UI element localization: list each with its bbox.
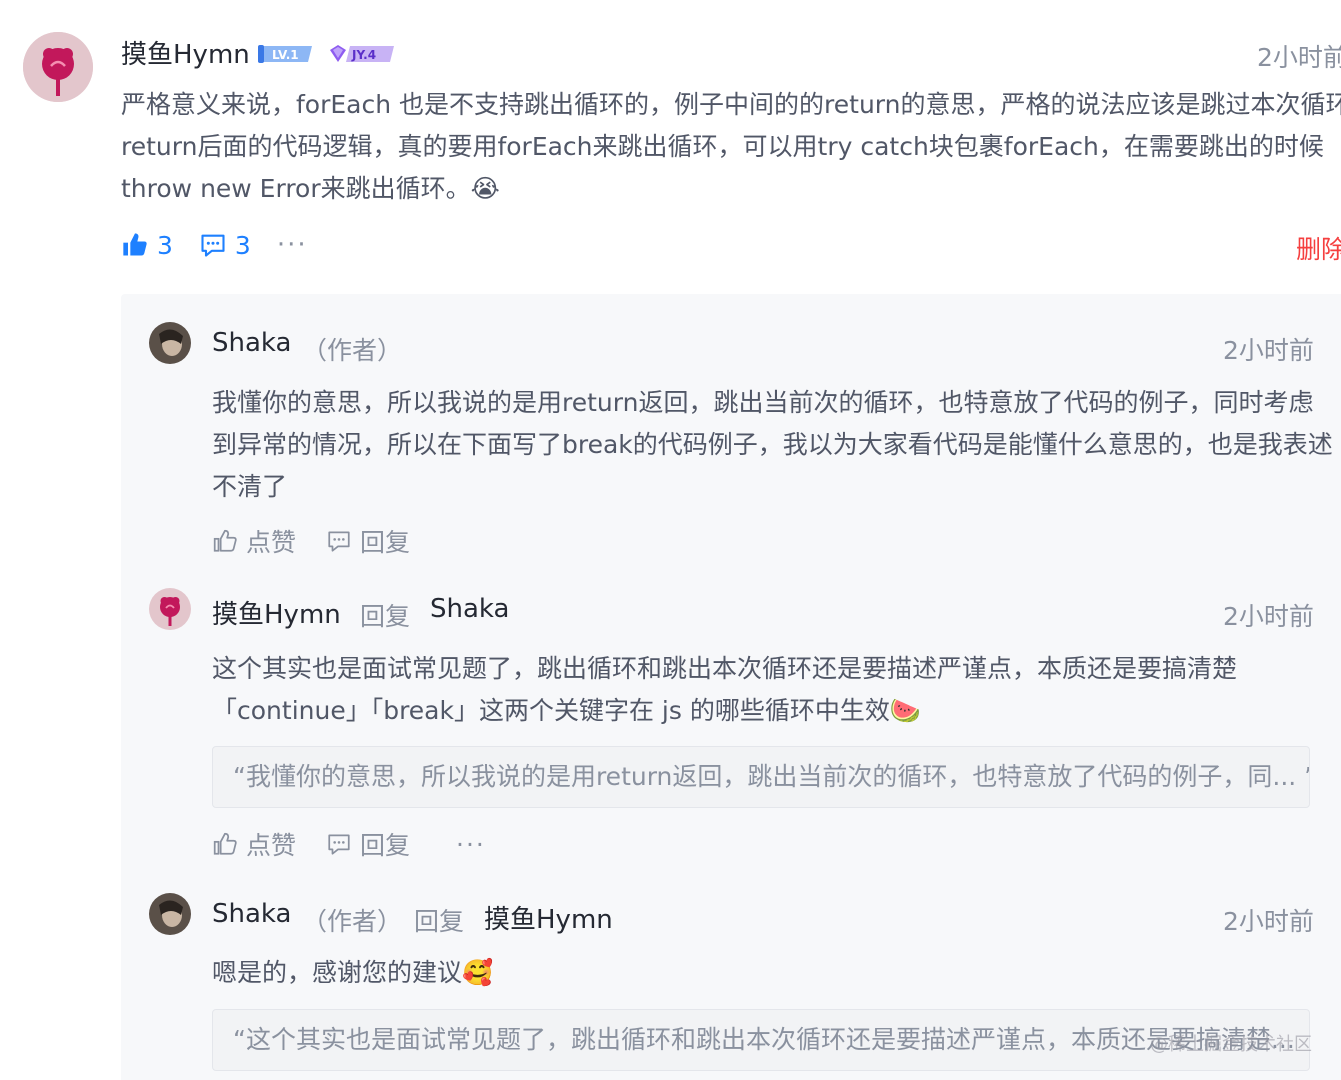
user-photo-avatar-icon [149, 893, 191, 935]
quoted-reply[interactable]: “这个其实也是面试常见题了，跳出循环和跳出本次循环还是要描述严谨点，本质还是要搞… [212, 1009, 1310, 1071]
username[interactable]: 摸鱼Hymn [212, 594, 341, 631]
comment-icon [328, 531, 350, 552]
reply-time: 2小时前 [1223, 907, 1314, 936]
reply-word: 回复 [414, 907, 465, 936]
svg-text:JY.4: JY.4 [351, 48, 376, 62]
comment-icon [328, 834, 350, 855]
comment-text-line: throw new Error来跳出循环。😭 [121, 174, 500, 203]
svg-text:LV.1: LV.1 [272, 48, 299, 62]
reply-text: 嗯是的，感谢您的建议🥰 [212, 952, 1322, 994]
reply-word: 回复 [360, 602, 411, 631]
quoted-reply[interactable]: “我懂你的意思，所以我说的是用return返回，跳出当前次的循环，也特意放了代码… [212, 746, 1310, 808]
reply-time: 2小时前 [1223, 336, 1314, 365]
like-button[interactable]: 点赞 [212, 826, 296, 862]
reply-to-username[interactable]: Shaka [430, 594, 509, 624]
reply-count: 3 [234, 230, 251, 260]
reply-text-line: 这个其实也是面试常见题了，跳出循环和跳出本次循环还是要描述严谨点，本质还是要搞清… [212, 654, 1238, 683]
reply-button[interactable]: 回复 [326, 826, 410, 862]
comment-text-line: return后面的代码逻辑，真的要用forEach来跳出循环，可以用try ca… [121, 132, 1324, 161]
more-options-icon[interactable]: ··· [456, 830, 486, 859]
thumbs-up-icon [213, 832, 237, 855]
comment-icon [201, 234, 225, 257]
reply-label: 回复 [360, 528, 411, 557]
reply-text-line: 到异常的情况，所以在下面写了break的代码例子，我以为大家看代码是能懂什么意思… [212, 430, 1333, 459]
reply-time: 2小时前 [1223, 602, 1314, 631]
more-options-icon[interactable]: ··· [277, 230, 308, 260]
comment-text: 严格意义来说，forEach 也是不支持跳出循环的，例子中间的的return的意… [121, 84, 1341, 210]
user-photo-avatar-icon [149, 322, 191, 364]
avatar[interactable] [23, 32, 93, 102]
level-badge-icon[interactable]: LV.1 [256, 42, 316, 66]
comment-time: 2小时前 [1257, 43, 1341, 72]
like-label: 点赞 [246, 831, 297, 860]
reply-actions: 点赞 回复 ··· [212, 827, 516, 861]
reply-text-line: 「continue」「break」这两个关键字在 js 的哪些循环中生效🍉 [212, 696, 921, 725]
reply-text-line: 嗯是的，感谢您的建议🥰 [212, 958, 494, 987]
like-count: 3 [157, 230, 173, 260]
avatar[interactable] [149, 893, 191, 935]
reply-text-line: 我懂你的意思，所以我说的是用return返回，跳出当前次的循环，也特意放了代码的… [212, 388, 1314, 417]
delete-button[interactable]: 删除 [1296, 230, 1341, 266]
jy-badge-icon[interactable]: JY.4 [326, 42, 398, 66]
rose-avatar-icon [23, 32, 93, 102]
comment-actions: 3 3 ··· [121, 226, 308, 264]
like-button[interactable]: 点赞 [212, 523, 296, 559]
reply-to-username[interactable]: 摸鱼Hymn [484, 899, 613, 936]
like-button[interactable]: 3 [121, 231, 173, 260]
like-label: 点赞 [246, 528, 297, 557]
avatar[interactable] [149, 322, 191, 364]
avatar[interactable] [149, 588, 191, 630]
thumbs-up-icon [213, 529, 237, 552]
reply-text: 这个其实也是面试常见题了，跳出循环和跳出本次循环还是要描述严谨点，本质还是要搞清… [212, 648, 1322, 732]
reply-button[interactable]: 回复 [326, 523, 410, 559]
reply-text: 我懂你的意思，所以我说的是用return返回，跳出当前次的循环，也特意放了代码的… [212, 382, 1333, 508]
comment-text-line: 严格意义来说，forEach 也是不支持跳出循环的，例子中间的的return的意… [121, 90, 1341, 119]
author-tag: （作者） [302, 907, 403, 936]
rose-avatar-icon [149, 588, 191, 630]
author-tag: （作者） [302, 336, 403, 365]
thumbs-up-filled-icon [123, 233, 147, 256]
reply-button[interactable]: 3 [199, 231, 251, 260]
reply-actions: 点赞 回复 [212, 524, 440, 558]
username[interactable]: Shaka [212, 899, 291, 929]
reply-label: 回复 [360, 831, 411, 860]
username[interactable]: Shaka [212, 328, 291, 358]
username[interactable]: 摸鱼Hymn [121, 34, 250, 71]
reply-text-line: 不清了 [212, 472, 288, 501]
watermark: @稀土掘金技术社区 [1150, 1034, 1312, 1055]
